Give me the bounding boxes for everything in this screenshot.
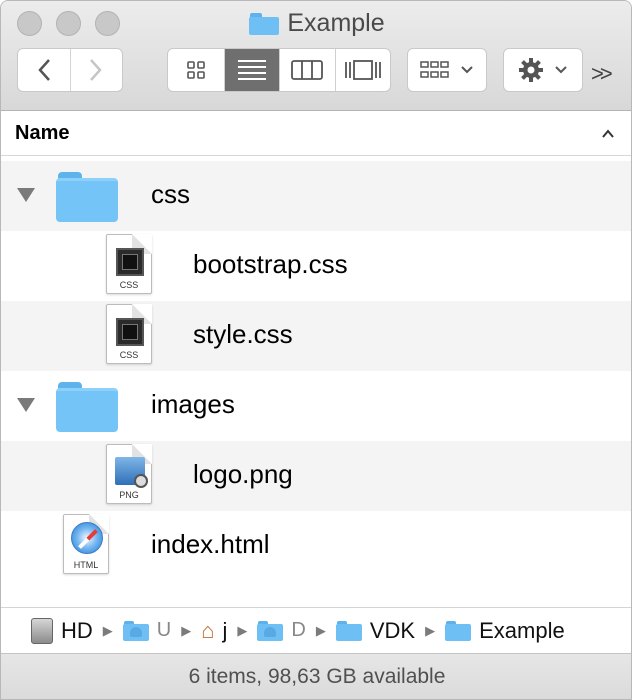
path-bar: HD ▶ U ▶ ⌂ j ▶ D ▶ VDK ▶ Example [1,607,631,653]
file-ext: HTML [73,560,99,570]
path-crumb-users[interactable]: U [122,619,172,642]
crumb-label: j [222,617,228,643]
list-item-css-folder[interactable]: css [1,161,631,231]
path-crumb-hd[interactable]: HD [31,617,93,644]
list-item-index-html[interactable]: HTML index.html [1,511,631,581]
list-item-images-folder[interactable]: images [1,371,631,441]
back-button[interactable] [18,49,70,91]
view-mode-group [167,48,391,92]
arrange-grid-icon [420,61,449,78]
path-crumb-documents[interactable]: D [257,619,306,642]
chevron-left-icon [38,59,50,81]
path-separator-icon: ▶ [425,622,436,638]
path-separator-icon: ▶ [181,622,192,638]
path-separator-icon: ▶ [102,622,113,638]
arrange-button[interactable] [407,48,487,92]
name-column-header[interactable]: Name [15,122,601,145]
hard-disk-icon [31,617,53,644]
css-file-icon: CSS [106,304,152,364]
users-folder-icon [122,620,149,641]
back-forward-group [17,48,123,92]
chevron-down-icon [555,66,567,74]
disclosure-triangle-icon[interactable] [17,398,35,412]
file-name: images [151,389,235,419]
folder-icon [56,382,118,432]
file-ext: PNG [119,490,139,500]
folder-icon [335,620,362,641]
crumb-label: U [156,619,172,641]
file-name: index.html [151,529,270,559]
home-icon: ⌂ [201,617,215,643]
file-name: bootstrap.css [193,249,348,279]
gear-icon [519,58,543,82]
window-title-text: Example [287,9,385,37]
window-title: Example [1,9,631,39]
path-crumb-home[interactable]: ⌂ j [201,618,227,644]
path-crumb-example[interactable]: Example [445,618,565,644]
action-button[interactable] [503,48,583,92]
crumb-label: D [291,619,306,641]
path-separator-icon: ▶ [237,622,248,638]
path-crumb-vdk[interactable]: VDK [335,617,416,644]
documents-folder-icon [257,620,284,641]
chevron-down-icon [461,66,473,74]
path-separator-icon: ▶ [315,622,326,638]
file-name: style.css [193,319,293,349]
list-lines-icon [237,60,266,80]
status-bar: 6 items, 98,63 GB available [1,653,631,699]
title-toolbar: Example >> [1,1,631,111]
file-ext: CSS [119,350,139,360]
file-name: logo.png [193,459,293,489]
list-item-bootstrap-css[interactable]: CSS bootstrap.css [1,231,631,301]
file-ext: CSS [119,280,139,290]
finder-window: Example >> Name css CSS bootstrap.css CS… [0,0,632,700]
html-file-icon: HTML [63,514,109,574]
sort-ascending-icon[interactable] [601,128,615,139]
folder-icon [56,172,118,222]
column-view-button[interactable] [279,49,335,91]
icon-grid-icon [186,61,205,79]
columns-icon [291,60,324,80]
folder-icon [249,12,280,35]
disclosure-triangle-icon[interactable] [17,188,35,202]
file-list: css CSS bootstrap.css CSS style.css imag… [1,161,631,581]
png-file-icon: PNG [106,444,152,504]
icon-view-button[interactable] [168,49,224,91]
crumb-label: Example [479,617,565,643]
crumb-label: HD [61,617,93,643]
cover-flow-icon [344,60,381,80]
chevron-right-icon [90,59,103,81]
css-file-icon: CSS [106,234,152,294]
forward-button[interactable] [69,49,122,91]
list-item-style-css[interactable]: CSS style.css [1,301,631,371]
list-view-button[interactable] [223,49,279,91]
column-header: Name [1,112,631,156]
file-name: css [151,179,190,209]
toolbar-overflow-button[interactable]: >> [591,61,613,87]
list-item-logo-png[interactable]: PNG logo.png [1,441,631,511]
crumb-label: VDK [369,617,416,643]
folder-icon [445,620,472,641]
cover-flow-view-button[interactable] [334,49,391,91]
